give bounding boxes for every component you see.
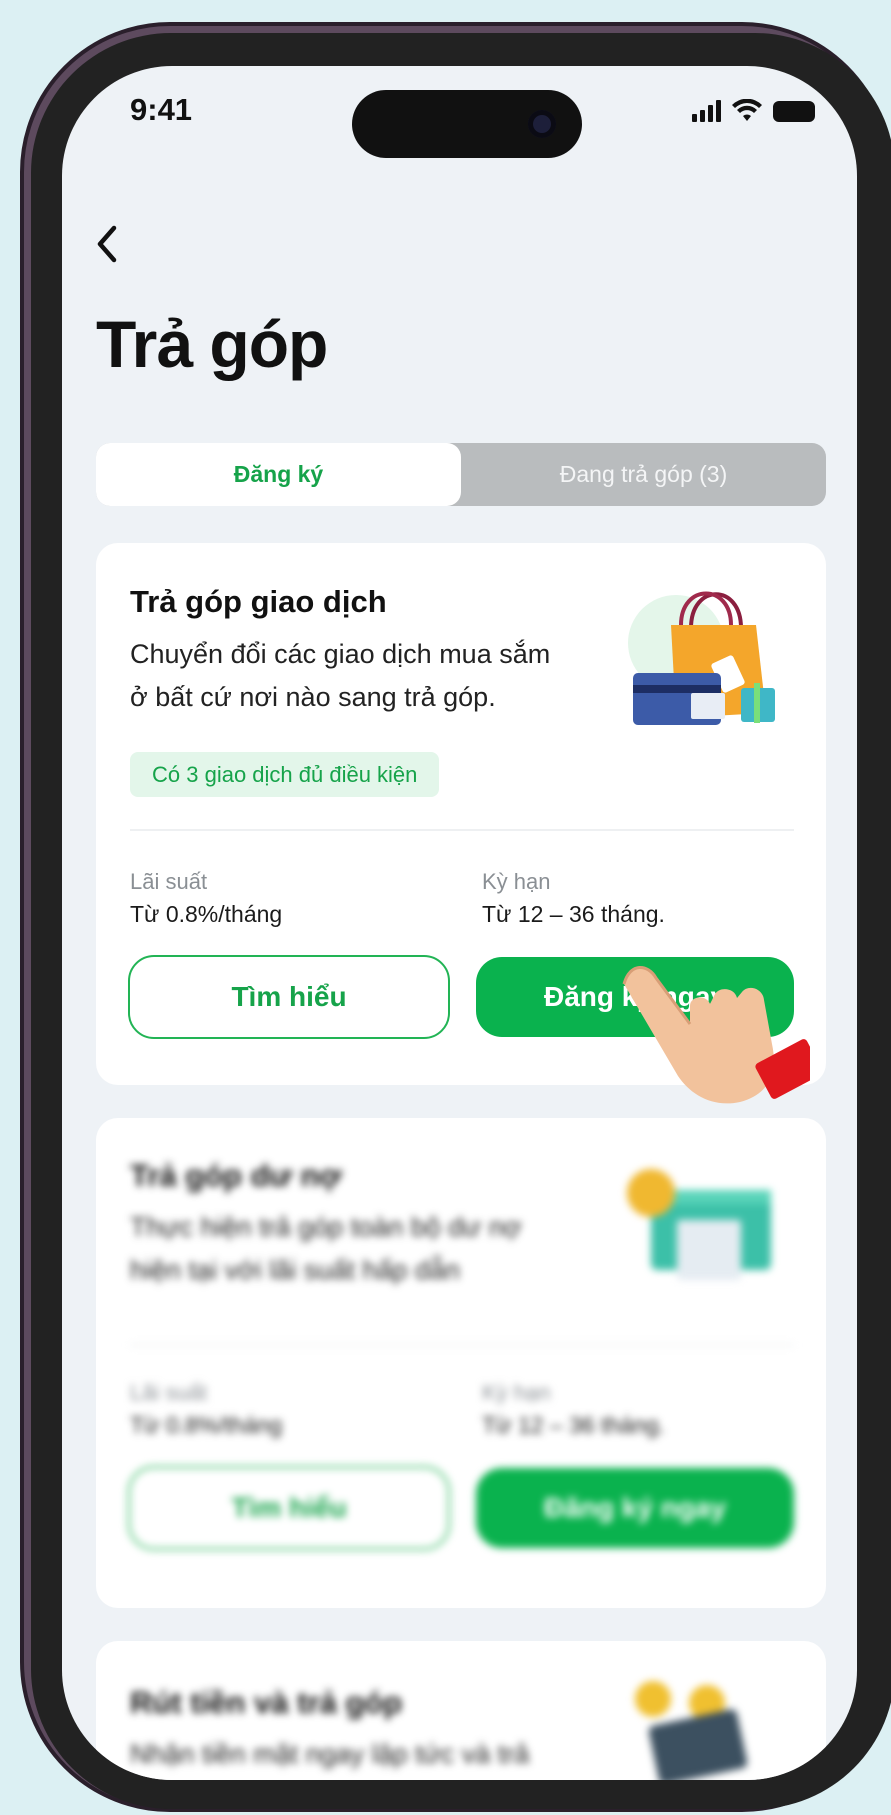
card-debt-installment: Trả góp dư nợ Thực hiện trả góp toàn bộ … (96, 1118, 826, 1608)
battery-icon (773, 100, 815, 122)
card-title: Trả góp dư nợ (130, 1158, 342, 1193)
card-title: Trả góp giao dịch (130, 584, 387, 619)
card-description: Nhận tiền mặt ngay lập tức và trả (130, 1739, 530, 1769)
rate-label: Lãi suất (130, 1380, 208, 1405)
card-description: Chuyển đổi các giao dịch mua sắm ở bất c… (130, 639, 551, 712)
card-illustration (627, 1169, 771, 1280)
shopping-bag-illustration (628, 591, 775, 725)
rate-label: Lãi suất (130, 869, 208, 894)
page-title: Trả góp (96, 307, 328, 381)
camera-icon (528, 110, 556, 138)
status-icons (692, 98, 815, 124)
card-divider (130, 1344, 794, 1346)
learn-more-button[interactable]: Tìm hiểu (128, 955, 450, 1039)
tab-installments-ongoing[interactable]: Đang trả góp (3) (461, 443, 826, 506)
coin-card-illustration (635, 1681, 748, 1780)
rate-value: Từ 0.8%/tháng (130, 1412, 283, 1438)
dynamic-island (352, 90, 582, 158)
back-chevron-icon[interactable] (92, 224, 122, 264)
card-cash-withdrawal-installment: Rút tiền và trả góp Nhận tiền mặt ngay l… (96, 1641, 826, 1780)
register-now-button[interactable]: Đăng ký ngay (476, 1468, 794, 1548)
pointing-hand-icon (622, 966, 810, 1104)
tab-register[interactable]: Đăng ký (96, 443, 461, 506)
card-divider (130, 829, 794, 831)
term-label: Kỳ hạn (482, 869, 551, 894)
segmented-tabs: Đăng ký Đang trả góp (3) (96, 443, 826, 506)
learn-more-button[interactable]: Tìm hiểu (128, 1466, 450, 1550)
term-value: Từ 12 – 36 tháng. (482, 1412, 665, 1438)
phone-screen: 9:41 Trả góp Đăng ký Đang trả góp (3) Tr… (62, 66, 857, 1780)
status-time: 9:41 (130, 92, 193, 127)
term-value: Từ 12 – 36 tháng. (482, 901, 665, 927)
signal-icon (692, 100, 721, 122)
wifi-icon (732, 99, 762, 121)
term-label: Kỳ hạn (482, 1380, 551, 1405)
rate-value: Từ 0.8%/tháng (130, 901, 283, 927)
card-title: Rút tiền và trả góp (130, 1685, 403, 1720)
eligible-badge: Có 3 giao dịch đủ điều kiện (130, 752, 440, 797)
card-description: Thực hiện trả góp toàn bộ dư nợ hiện tại… (130, 1212, 522, 1285)
